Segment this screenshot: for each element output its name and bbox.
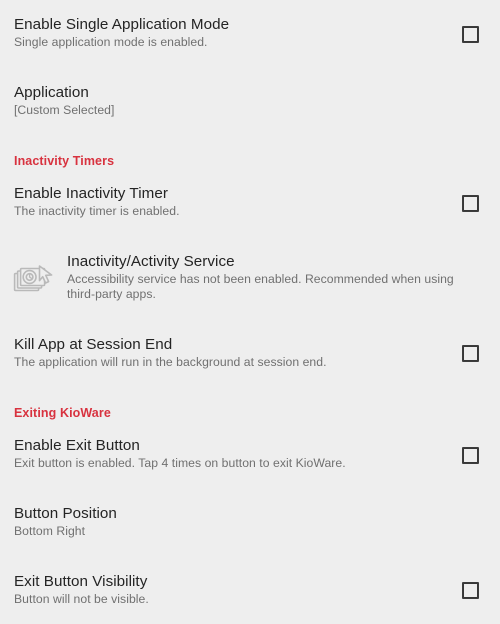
section-header-inactivity-timers: Inactivity Timers xyxy=(14,154,115,168)
preference-summary: The application will run in the backgrou… xyxy=(14,355,327,369)
section-header-exiting-kioware: Exiting KioWare xyxy=(14,406,111,420)
preference-text-exit-button-visibility: Exit Button Visibility Button will not be… xyxy=(14,573,452,607)
preference-title: Enable Exit Button xyxy=(14,437,140,454)
preference-summary: Single application mode is enabled. xyxy=(14,35,208,49)
preference-text-enable-single-application-mode: Enable Single Application Mode Single app… xyxy=(14,16,452,50)
preference-summary: [Custom Selected] xyxy=(14,103,115,117)
checkbox-enable-exit-button[interactable] xyxy=(462,447,479,464)
preference-summary: Bottom Right xyxy=(14,524,86,538)
preference-text-application: Application [Custom Selected] xyxy=(14,84,452,118)
preference-title: Inactivity/Activity Service xyxy=(67,253,235,270)
checkbox-exit-button-visibility[interactable] xyxy=(462,582,479,599)
checkbox-enable-single-application-mode[interactable] xyxy=(462,26,479,43)
checkbox-kill-app-at-session-end[interactable] xyxy=(462,345,479,362)
preference-text-button-position: Button Position Bottom Right xyxy=(14,505,452,539)
accessibility-service-icon xyxy=(13,262,57,300)
preference-title: Enable Single Application Mode xyxy=(14,16,230,33)
settings-list: Enable Single Application Mode Single app… xyxy=(0,0,500,624)
preference-text-enable-inactivity-timer: Enable Inactivity Timer The inactivity ti… xyxy=(14,185,452,219)
preference-title: Enable Inactivity Timer xyxy=(14,185,168,202)
preference-summary: Accessibility service has not been enabl… xyxy=(67,272,454,301)
preference-summary: Exit button is enabled. Tap 4 times on b… xyxy=(14,456,346,470)
preference-text-inactivity-activity-service: Inactivity/Activity Service Accessibility… xyxy=(67,253,479,302)
preference-summary: The inactivity timer is enabled. xyxy=(14,204,180,218)
preference-text-enable-exit-button: Enable Exit Button Exit button is enabled… xyxy=(14,437,452,471)
preference-title: Exit Button Visibility xyxy=(14,573,148,590)
preference-text-kill-app-at-session-end: Kill App at Session End The application w… xyxy=(14,336,452,370)
checkbox-enable-inactivity-timer[interactable] xyxy=(462,195,479,212)
preference-title: Button Position xyxy=(14,505,117,522)
preference-summary: Button will not be visible. xyxy=(14,592,149,606)
preference-title: Kill App at Session End xyxy=(14,336,173,353)
preference-title: Application xyxy=(14,84,89,101)
